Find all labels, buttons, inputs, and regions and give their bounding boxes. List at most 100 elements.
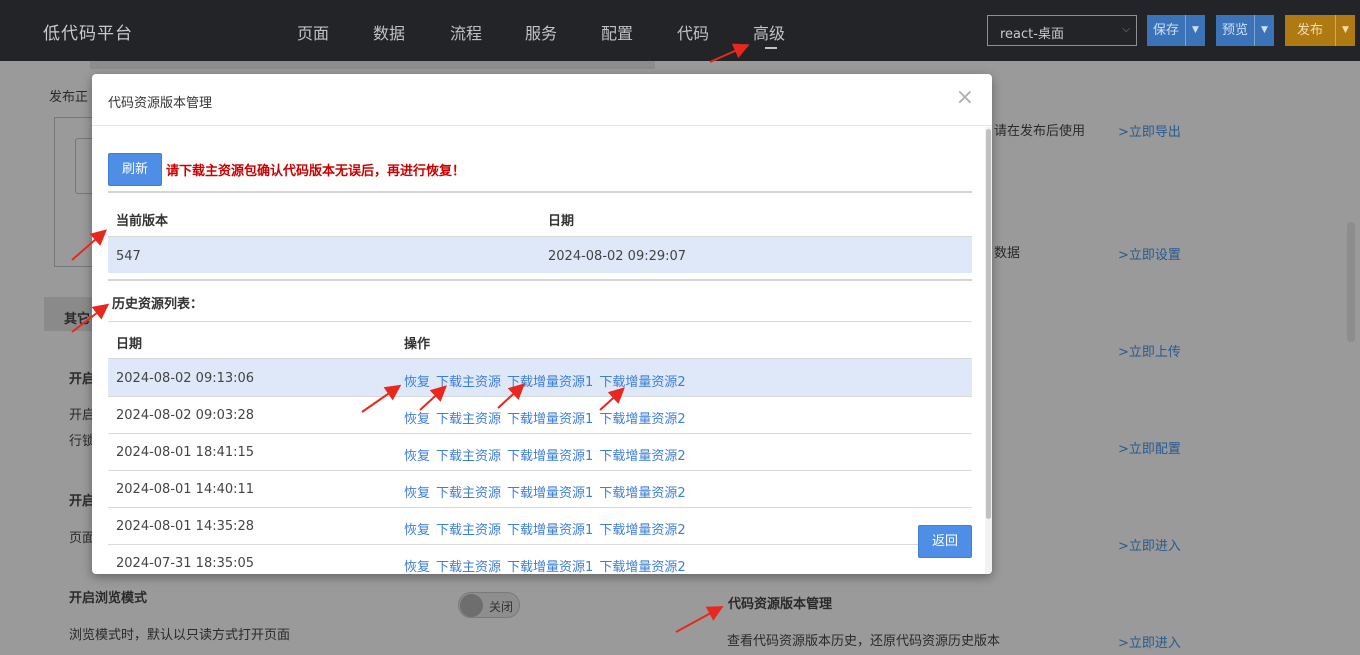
history-row-actions: 恢复 下载主资源 下载增量资源1 下载增量资源2 (404, 371, 692, 390)
config-link[interactable]: >立即配置 (1118, 438, 1181, 457)
history-row-date: 2024-08-01 18:41:15 (116, 445, 255, 460)
brand-title: 低代码平台 (43, 24, 133, 44)
current-version-value: 547 (116, 249, 141, 264)
download-main-link[interactable]: 下载主资源 (436, 375, 501, 390)
nav-config[interactable]: 配置 (601, 20, 633, 44)
dialog-header: 代码资源版本管理 × (92, 74, 992, 126)
nav-advanced[interactable]: 高级 (753, 20, 785, 44)
toggle-label: 关闭 (489, 600, 514, 614)
settings-link[interactable]: >立即设置 (1118, 244, 1181, 263)
publish-button-group: 发布 ▼ (1285, 15, 1356, 46)
divider (108, 191, 972, 193)
toggle-knob (460, 594, 483, 617)
preview-button[interactable]: 预览 (1216, 15, 1255, 46)
download-inc1-link[interactable]: 下载增量资源1 (507, 560, 593, 574)
publish-status-text: 发布正 (49, 90, 89, 105)
nav-services[interactable]: 服务 (525, 20, 557, 44)
export-link[interactable]: >立即导出 (1118, 121, 1181, 140)
dialog-scrollbar[interactable] (985, 127, 992, 574)
history-row-actions: 恢复 下载主资源 下载增量资源1 下载增量资源2 (404, 445, 692, 464)
restore-link[interactable]: 恢复 (404, 523, 430, 538)
history-list-title: 历史资源列表： (112, 297, 204, 312)
row-divider (108, 396, 972, 397)
download-inc2-link[interactable]: 下载增量资源2 (599, 412, 685, 427)
download-inc1-link[interactable]: 下载增量资源1 (507, 375, 593, 390)
download-main-link[interactable]: 下载主资源 (436, 486, 501, 501)
browse-mode-toggle[interactable]: 关闭 (458, 592, 520, 618)
dialog-scrollbar-thumb[interactable] (986, 129, 991, 519)
history-row-date: 2024-07-31 18:35:05 (116, 556, 255, 571)
history-date-header: 日期 (116, 337, 143, 352)
nav-data[interactable]: 数据 (373, 20, 405, 44)
publish-button[interactable]: 发布 (1285, 15, 1336, 46)
download-main-link[interactable]: 下载主资源 (436, 523, 501, 538)
nav-code[interactable]: 代码 (677, 20, 709, 44)
back-button[interactable]: 返回 (918, 525, 972, 558)
history-row-actions: 恢复 下载主资源 下载增量资源1 下载增量资源2 (404, 519, 692, 538)
history-row-actions: 恢复 下载主资源 下载增量资源1 下载增量资源2 (404, 408, 692, 427)
browse-mode-desc: 浏览模式时，默认以只读方式打开页面 (69, 628, 291, 643)
current-version-row (108, 237, 972, 273)
preview-dropdown-icon[interactable]: ▼ (1254, 15, 1275, 46)
history-row-date: 2024-08-02 09:03:28 (116, 408, 255, 423)
page-top-strip (90, 61, 655, 69)
platform-select[interactable]: react-桌面 ⌵ (987, 15, 1137, 46)
publish-dropdown-icon[interactable]: ▼ (1335, 15, 1356, 46)
download-main-link[interactable]: 下载主资源 (436, 412, 501, 427)
row-divider (108, 470, 972, 471)
nav-flow[interactable]: 流程 (450, 20, 482, 44)
refresh-button[interactable]: 刷新 (108, 153, 162, 186)
nav-pages[interactable]: 页面 (297, 20, 329, 44)
current-version-date: 2024-08-02 09:29:07 (548, 249, 687, 264)
save-dropdown-icon[interactable]: ▼ (1185, 15, 1206, 46)
annotation-arrow (675, 606, 724, 633)
restore-warning: 请下载主资源包确认代码版本无误后，再进行恢复！ (166, 164, 466, 179)
restore-link[interactable]: 恢复 (404, 412, 430, 427)
preview-button-group: 预览 ▼ (1216, 15, 1275, 46)
current-date-header: 日期 (548, 214, 575, 229)
version-mgmt-desc: 查看代码资源版本历史，还原代码资源历史版本 (727, 634, 1001, 649)
version-mgmt-title: 代码资源版本管理 (728, 597, 833, 612)
enter-link[interactable]: >立即进入 (1118, 535, 1181, 554)
download-inc1-link[interactable]: 下载增量资源1 (507, 449, 593, 464)
download-inc1-link[interactable]: 下载增量资源1 (507, 486, 593, 501)
download-inc1-link[interactable]: 下载增量资源1 (507, 523, 593, 538)
close-icon[interactable]: × (956, 87, 974, 109)
dialog-title: 代码资源版本管理 (108, 96, 213, 111)
restore-link[interactable]: 恢复 (404, 486, 430, 501)
history-row-date: 2024-08-02 09:13:06 (116, 371, 255, 386)
download-inc2-link[interactable]: 下载增量资源2 (599, 375, 685, 390)
upload-link[interactable]: >立即上传 (1118, 341, 1181, 360)
save-button[interactable]: 保存 (1147, 15, 1186, 46)
download-main-link[interactable]: 下载主资源 (436, 560, 501, 574)
history-row-date: 2024-08-01 14:40:11 (116, 482, 255, 497)
nav-active-indicator (765, 47, 777, 49)
row-divider (108, 544, 972, 545)
current-version-header: 当前版本 (116, 214, 169, 229)
page-scrollbar[interactable] (1347, 222, 1355, 342)
download-inc2-link[interactable]: 下载增量资源2 (599, 560, 685, 574)
export-hint: 请在发布后使用 (994, 124, 1086, 139)
history-row-actions: 恢复 下载主资源 下载增量资源1 下载增量资源2 (404, 556, 692, 574)
row-divider (108, 433, 972, 434)
download-main-link[interactable]: 下载主资源 (436, 449, 501, 464)
restore-link[interactable]: 恢复 (404, 449, 430, 464)
download-inc2-link[interactable]: 下载增量资源2 (599, 486, 685, 501)
restore-link[interactable]: 恢复 (404, 375, 430, 390)
divider (108, 279, 972, 281)
data-hint: 数据 (994, 246, 1021, 261)
save-button-group: 保存 ▼ (1147, 15, 1206, 46)
divider (108, 321, 972, 322)
download-inc2-link[interactable]: 下载增量资源2 (599, 523, 685, 538)
row-divider (108, 507, 972, 508)
tab-other-label: 其它 (64, 312, 91, 327)
chevron-down-icon: ⌵ (1122, 24, 1130, 35)
download-inc2-link[interactable]: 下载增量资源2 (599, 449, 685, 464)
download-inc1-link[interactable]: 下载增量资源1 (507, 412, 593, 427)
restore-link[interactable]: 恢复 (404, 560, 430, 574)
history-row-actions: 恢复 下载主资源 下载增量资源1 下载增量资源2 (404, 482, 692, 501)
top-navbar: 低代码平台 页面 数据 流程 服务 配置 代码 高级 react-桌面 ⌵ 保存… (0, 0, 1360, 61)
version-management-dialog: 代码资源版本管理 × 刷新 请下载主资源包确认代码版本无误后，再进行恢复！ 当前… (92, 74, 992, 574)
browse-mode-title: 开启浏览模式 (69, 591, 148, 606)
version-mgmt-link[interactable]: >立即进入 (1118, 632, 1181, 651)
